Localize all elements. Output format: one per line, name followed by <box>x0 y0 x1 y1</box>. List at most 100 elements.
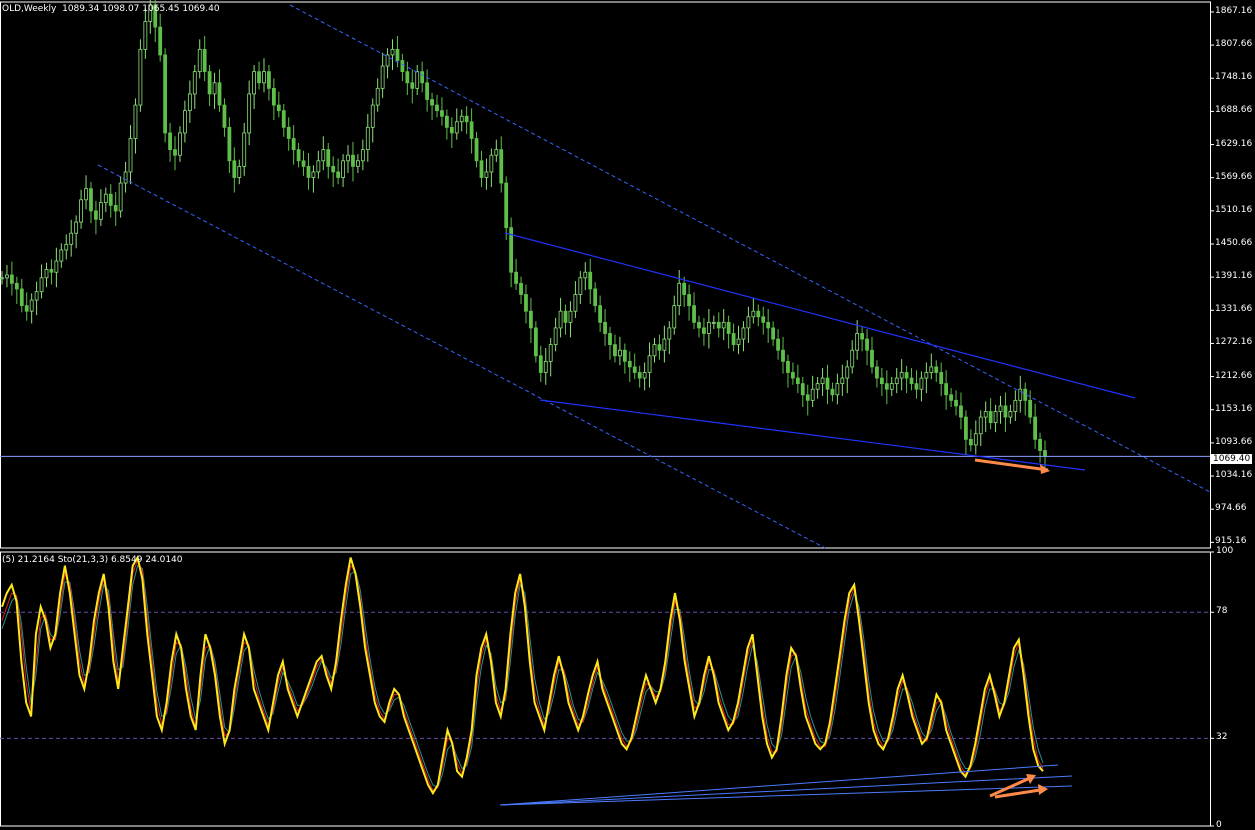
candle-body <box>647 355 652 373</box>
candle-body <box>9 274 14 284</box>
candle-body <box>375 87 380 106</box>
candle-body <box>197 48 202 73</box>
candle-body <box>237 165 242 178</box>
candle-body <box>128 138 133 173</box>
candle-body <box>830 388 835 396</box>
candle-body <box>884 383 889 390</box>
candle-body <box>98 202 103 220</box>
candle-body <box>158 26 163 56</box>
ohlc-readout: 1089.34 1098.07 1065.45 1069.40 <box>62 4 220 14</box>
candle-body <box>721 321 726 329</box>
candle-body <box>390 48 395 56</box>
candle-body <box>706 321 711 334</box>
candle-body <box>113 204 118 212</box>
stochastic-tick-label: 78 <box>1216 606 1228 617</box>
candle-body <box>257 71 261 84</box>
channel-upper-line <box>289 4 1211 493</box>
candle-body <box>207 71 212 95</box>
candle-body <box>227 126 232 162</box>
candle-body <box>291 138 296 151</box>
candle-body <box>479 160 484 178</box>
candle-body <box>19 288 24 307</box>
price-tick-label: 915.16 <box>1215 536 1247 547</box>
candle-body <box>870 349 874 368</box>
candle-body <box>583 271 588 279</box>
price-tick-label: 1807.66 <box>1215 39 1253 50</box>
candle-body <box>889 383 894 390</box>
candle-body <box>1013 399 1018 412</box>
candle-body <box>682 282 687 295</box>
candle-body <box>988 411 993 424</box>
candle-body <box>835 383 840 396</box>
candle-body <box>469 121 474 139</box>
candle-body <box>380 65 385 89</box>
stochastic-tick-label: 100 <box>1216 546 1234 556</box>
candle-body <box>385 54 390 67</box>
candle-body <box>504 182 509 229</box>
candle-body <box>998 405 1003 412</box>
candle-body <box>454 121 459 134</box>
candle-body <box>1043 450 1047 458</box>
candle-body <box>993 411 998 424</box>
candle-body <box>178 132 182 156</box>
candle-body <box>865 338 869 351</box>
candle-body <box>54 260 59 273</box>
candle-body <box>459 115 464 123</box>
candle-body <box>202 48 207 73</box>
candle-body <box>64 243 69 251</box>
candle-body <box>756 310 761 318</box>
candle-body <box>173 149 177 156</box>
candle-body <box>973 433 978 446</box>
candle-body <box>415 71 420 89</box>
candle-body <box>766 321 771 329</box>
candle-body <box>578 277 583 295</box>
candle-body <box>968 438 973 446</box>
candle-body <box>519 282 523 295</box>
candle-body <box>163 54 168 134</box>
candle-body <box>232 160 237 178</box>
candle-body <box>276 104 281 112</box>
candle-body <box>588 271 593 290</box>
candle-body <box>924 372 929 379</box>
candle-body <box>138 48 143 106</box>
candle-body <box>133 104 138 139</box>
candle-body <box>0 277 4 280</box>
candle-body <box>815 383 820 390</box>
candle-body <box>247 93 252 134</box>
candle-body <box>746 316 751 329</box>
candle-body <box>222 104 227 128</box>
candle-body <box>1033 416 1038 440</box>
stochastic-series-line <box>1 554 1044 796</box>
price-arrow <box>974 458 1049 472</box>
candle-body <box>5 274 9 279</box>
candle-body <box>622 349 627 362</box>
candle-body <box>731 333 736 346</box>
candle-body <box>850 349 855 368</box>
candle-body <box>410 82 415 89</box>
channel-lower-line <box>97 164 826 549</box>
candle-body <box>123 171 128 184</box>
candle-body <box>444 115 449 128</box>
candle-body <box>34 291 39 301</box>
candle-body <box>1038 438 1042 451</box>
candle-body <box>14 282 19 290</box>
candle-body <box>805 394 810 401</box>
candle-body <box>316 160 321 173</box>
stochastic-tick-label: 0 <box>1216 820 1222 830</box>
candle-body <box>687 294 691 307</box>
candle-body <box>855 333 860 351</box>
candle-body <box>267 71 271 89</box>
candle-body <box>533 327 538 357</box>
candle-body <box>548 344 553 362</box>
candle-body <box>217 82 222 106</box>
candle-body <box>435 104 439 112</box>
price-chart-title: OLD,Weekly 1089.34 1098.07 1065.45 1069.… <box>2 4 220 14</box>
candle-body <box>662 338 667 351</box>
price-tick-label: 1331.66 <box>1215 304 1253 315</box>
stochastic-trendline <box>499 764 1059 806</box>
chart-canvas <box>0 0 1214 827</box>
candle-body <box>949 394 953 401</box>
candle-body <box>978 416 983 435</box>
candle-body <box>899 372 904 379</box>
candle-body <box>553 327 558 346</box>
